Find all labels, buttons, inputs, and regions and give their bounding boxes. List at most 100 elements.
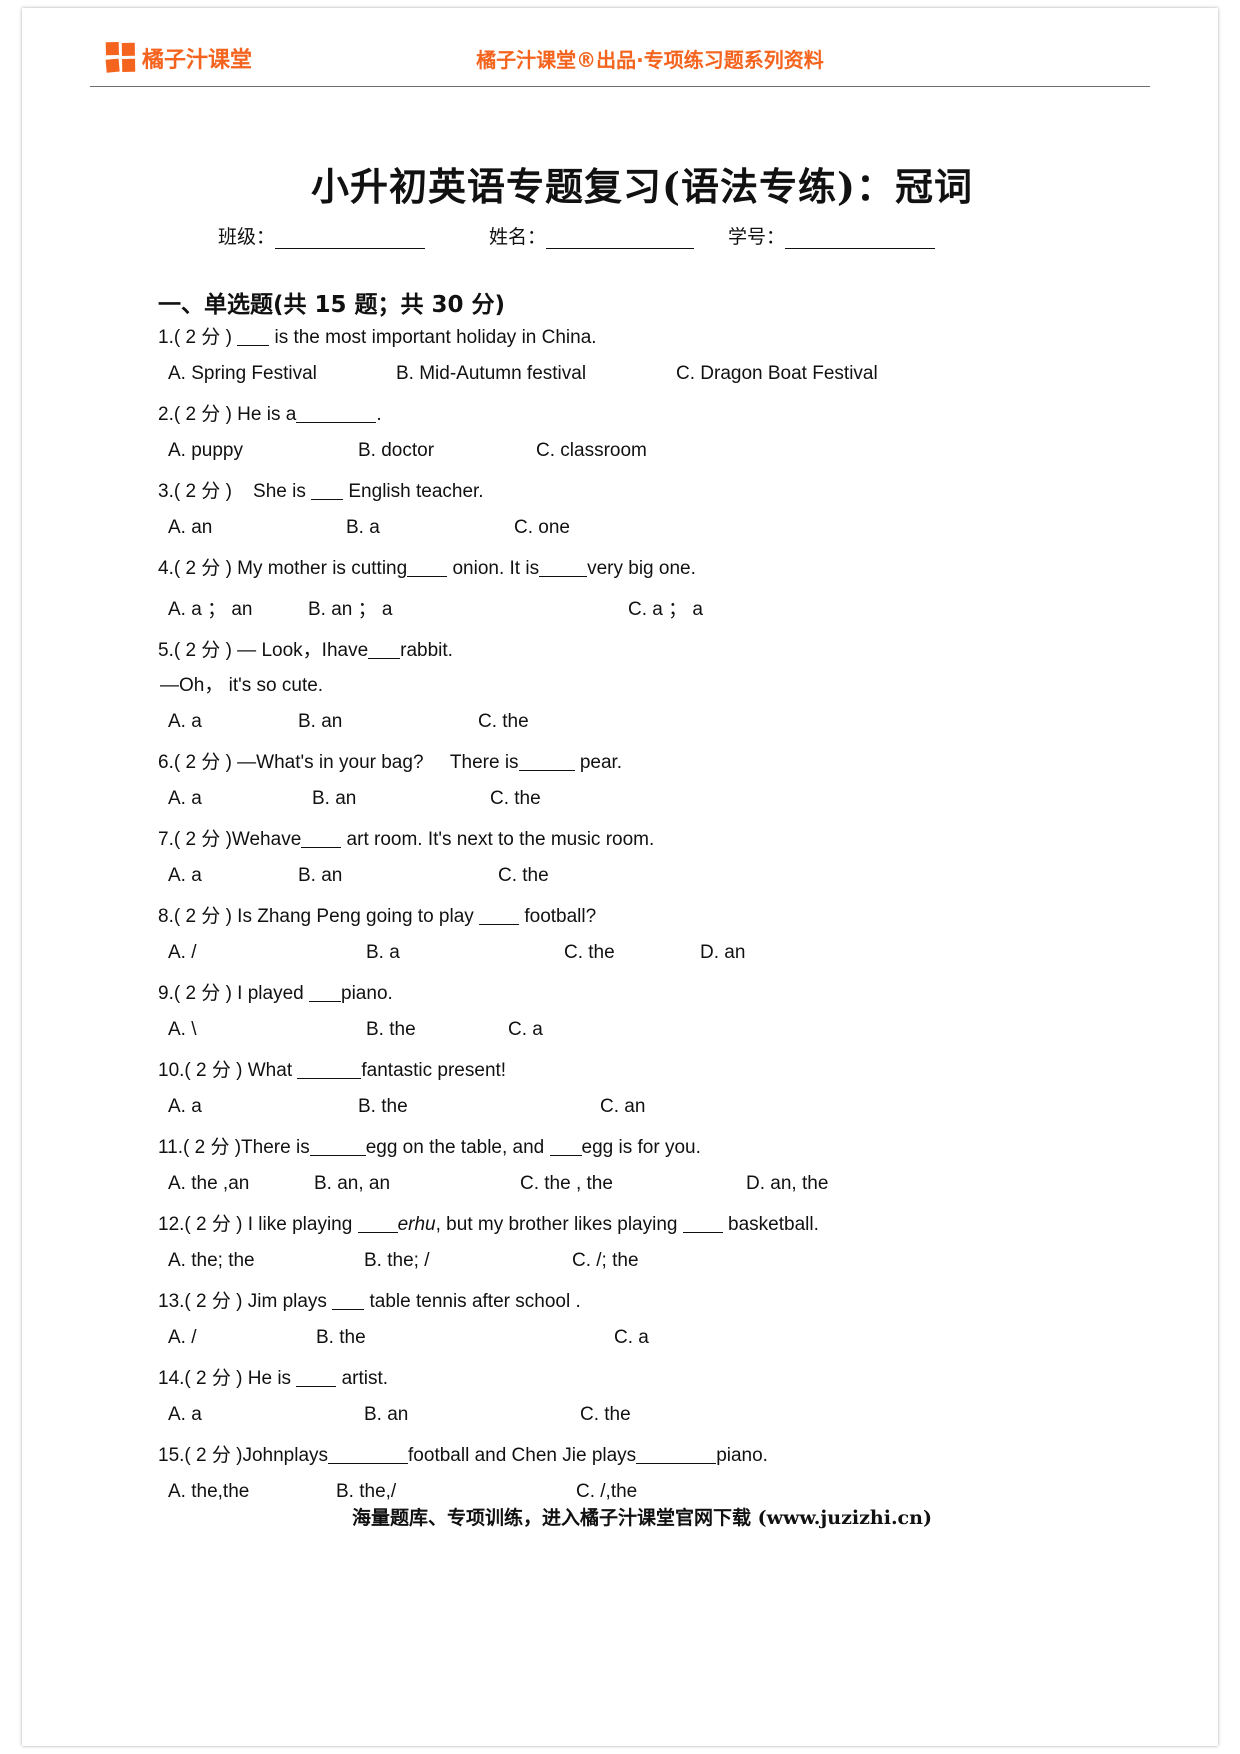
question-stem: 5.( 2 分 ) — Look，Ihave rabbit. [158, 640, 453, 661]
answer-blank[interactable] [636, 1463, 717, 1464]
option-choice[interactable]: A. \ [168, 1019, 366, 1041]
answer-blank[interactable] [296, 1386, 337, 1387]
option-row: A. puppy B. doctor C. classroom [158, 440, 1138, 462]
option-choice[interactable]: B. an [364, 1404, 580, 1426]
option-choice[interactable]: C. the [478, 711, 529, 733]
answer-blank[interactable] [368, 658, 401, 659]
answer-blank[interactable] [682, 1232, 723, 1233]
answer-blank[interactable] [479, 924, 520, 925]
name-field: 姓名： [489, 222, 695, 249]
option-row: A. a B. an C. the [158, 1404, 1138, 1426]
option-choice[interactable]: C. the , the [520, 1173, 746, 1195]
option-choice[interactable]: B. an, an [314, 1173, 520, 1195]
option-choice[interactable]: B. an [298, 865, 498, 887]
answer-blank[interactable] [407, 576, 448, 577]
question-stem: 1.( 2 分 ) is the most important holiday … [158, 327, 597, 348]
option-choice[interactable]: B. Mid-Autumn festival [396, 363, 676, 385]
option-choice[interactable]: C. /,the [576, 1481, 637, 1503]
option-choice[interactable]: A. a [168, 788, 312, 810]
option-choice[interactable]: D. an [700, 942, 745, 964]
answer-blank[interactable] [296, 422, 377, 423]
option-row: A. a B. an C. the [158, 788, 1138, 810]
answer-blank[interactable] [301, 847, 342, 848]
question-stem: 3.( 2 分 ) She is English teacher. [158, 481, 484, 502]
class-blank[interactable] [275, 231, 426, 249]
document-page: 橘子汁课堂 橘子汁课堂®出品·专项练习题系列资料 小升初英语专题复习(语法专练)… [0, 0, 1240, 1754]
option-choice[interactable]: C. a [508, 1019, 543, 1041]
option-choice[interactable]: A. / [168, 1327, 316, 1349]
option-choice[interactable]: B. an [298, 711, 478, 733]
question-stem: 15.( 2 分 )Johnplays football and Chen Jie… [158, 1445, 768, 1466]
option-choice[interactable]: A. a [168, 865, 298, 887]
student-id-field: 学号： [728, 222, 936, 249]
option-choice[interactable]: B. doctor [358, 440, 536, 462]
option-choice[interactable]: C. classroom [536, 440, 647, 462]
option-choice[interactable]: A. an [168, 517, 346, 539]
option-choice[interactable]: D. an, the [746, 1173, 828, 1195]
option-choice[interactable]: A. / [168, 942, 366, 964]
option-choice[interactable]: C. the [490, 788, 541, 810]
option-choice[interactable]: A. a [168, 1404, 364, 1426]
answer-blank[interactable] [357, 1232, 398, 1233]
answer-blank[interactable] [237, 345, 270, 346]
header-tagline: 橘子汁课堂®出品·专项练习题系列资料 [476, 48, 824, 72]
option-choice[interactable]: C. a ； a [628, 594, 703, 621]
question-stem: 10.( 2 分 ) What fantastic present! [158, 1060, 507, 1081]
answer-blank[interactable] [518, 770, 575, 771]
option-choice[interactable]: B. a [366, 942, 564, 964]
student-id-label: 学号： [728, 226, 786, 248]
option-choice[interactable]: A. the,the [168, 1481, 336, 1503]
option-row: A. \ B. the C. a [158, 1019, 1138, 1041]
option-choice[interactable]: A. a [168, 711, 298, 733]
option-choice[interactable]: B. the [316, 1327, 614, 1349]
option-choice[interactable]: C. an [600, 1096, 645, 1118]
page-header: 橘子汁课堂 橘子汁课堂®出品·专项练习题系列资料 [90, 30, 1150, 92]
name-label: 姓名： [489, 226, 547, 248]
option-row: A. / B. the C. a [158, 1327, 1138, 1349]
option-choice[interactable]: A. a ； an [168, 594, 308, 621]
option-row: A. a B. the C. an [158, 1096, 1138, 1118]
answer-blank[interactable] [309, 1155, 366, 1156]
option-choice[interactable]: B. the [366, 1019, 508, 1041]
option-choice[interactable]: A. a [168, 1096, 358, 1118]
option-choice[interactable]: A. Spring Festival [168, 363, 396, 385]
option-choice[interactable]: C. the [498, 865, 549, 887]
answer-blank[interactable] [332, 1309, 365, 1310]
option-choice[interactable]: B. the [358, 1096, 600, 1118]
name-blank[interactable] [546, 231, 695, 249]
option-row: A. a B. an C. the [158, 711, 1138, 733]
option-choice[interactable]: A. the ,an [168, 1173, 314, 1195]
question-stem: 12.( 2 分 ) I like playing erhu, but my b… [158, 1214, 819, 1235]
answer-blank[interactable] [311, 499, 344, 500]
question-stem: 7.( 2 分 )Wehave art room. It's next to t… [158, 829, 655, 850]
question-list: 1.( 2 分 ) is the most important holiday … [158, 328, 1138, 1523]
student-id-blank[interactable] [785, 231, 936, 249]
answer-blank[interactable] [539, 576, 588, 577]
answer-blank[interactable] [309, 1001, 342, 1002]
option-choice[interactable]: C. the [564, 942, 700, 964]
option-choice[interactable]: B. the,/ [336, 1481, 576, 1503]
option-choice[interactable]: B. an [312, 788, 490, 810]
section-heading: 一、单选题(共 15 题；共 30 分) [158, 292, 506, 318]
option-choice[interactable]: C. Dragon Boat Festival [676, 363, 878, 385]
answer-blank[interactable] [328, 1463, 409, 1464]
option-choice[interactable]: B. a [346, 517, 514, 539]
question-stem: 8.( 2 分 ) Is Zhang Peng going to play fo… [158, 906, 597, 927]
paper-sheet: 橘子汁课堂 橘子汁课堂®出品·专项练习题系列资料 小升初英语专题复习(语法专练)… [22, 8, 1218, 1746]
option-row: A. a B. an C. the [158, 865, 1138, 887]
brand-logo: 橘子汁课堂 [105, 42, 252, 74]
option-row: A. / B. a C. the D. an [158, 942, 1138, 964]
option-choice[interactable]: A. puppy [168, 440, 358, 462]
option-choice[interactable]: B. an ； a [308, 594, 628, 621]
option-choice[interactable]: C. one [514, 517, 570, 539]
option-choice[interactable]: C. the [580, 1404, 631, 1426]
option-choice[interactable]: A. the; the [168, 1250, 364, 1272]
student-info-row: 班级： 姓名： 学号： [218, 222, 948, 249]
option-row: A. Spring Festival B. Mid-Autumn festival… [158, 363, 1138, 385]
answer-blank[interactable] [297, 1078, 362, 1079]
option-choice[interactable]: B. the; / [364, 1250, 572, 1272]
answer-blank[interactable] [549, 1155, 582, 1156]
option-choice[interactable]: C. /; the [572, 1250, 639, 1272]
question-stem: 2.( 2 分 ) He is a. [158, 404, 382, 425]
option-choice[interactable]: C. a [614, 1327, 649, 1349]
